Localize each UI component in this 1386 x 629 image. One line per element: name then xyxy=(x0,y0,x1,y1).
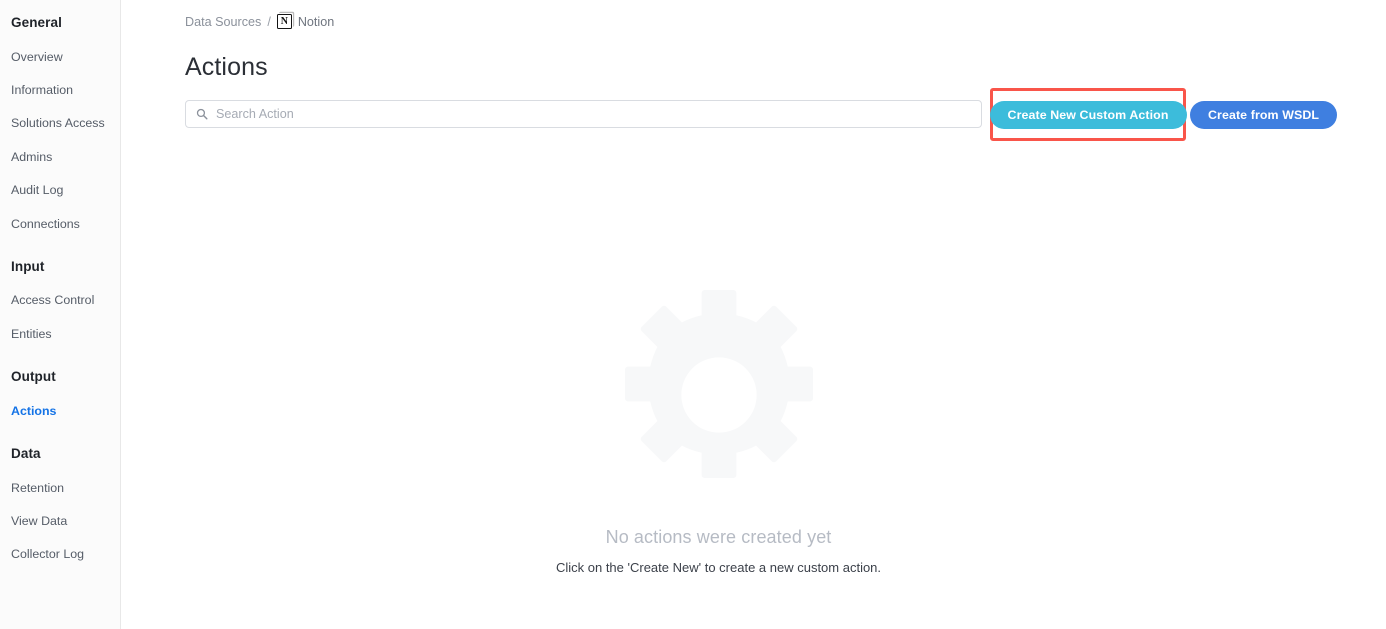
sidebar-item-overview[interactable]: Overview xyxy=(0,50,120,63)
notion-logo-icon: N xyxy=(276,14,292,29)
sidebar-item-connections[interactable]: Connections xyxy=(0,217,120,230)
page-title: Actions xyxy=(185,53,268,81)
app-root: General Overview Information Solutions A… xyxy=(0,0,1386,629)
breadcrumb-separator: / xyxy=(267,14,271,29)
notion-logo-letter: N xyxy=(280,15,288,27)
sidebar-item-audit-log[interactable]: Audit Log xyxy=(0,184,120,197)
empty-state-subtitle: Click on the 'Create New' to create a ne… xyxy=(555,560,882,575)
empty-state-title: No actions were created yet xyxy=(605,527,832,547)
gear-icon xyxy=(624,289,813,479)
breadcrumb-current-notion[interactable]: Notion xyxy=(298,15,334,29)
create-new-custom-action-highlight: Create New Custom Action xyxy=(989,88,1187,141)
main-content: Data Sources / N Notion Actions Create N… xyxy=(121,0,1386,629)
sidebar-item-solutions-access[interactable]: Solutions Access xyxy=(0,117,120,130)
search-action-field[interactable] xyxy=(185,100,982,128)
breadcrumb: Data Sources / N Notion xyxy=(185,14,334,29)
sidebar-section-general: General xyxy=(11,15,62,30)
search-input[interactable] xyxy=(216,107,971,121)
search-icon xyxy=(196,108,208,120)
empty-state: No actions were created yet Click on the… xyxy=(86,285,1351,575)
sidebar-item-information[interactable]: Information xyxy=(0,83,120,96)
sidebar-item-admins[interactable]: Admins xyxy=(0,150,120,163)
create-new-custom-action-button[interactable]: Create New Custom Action xyxy=(989,100,1187,129)
create-from-wsdl-button[interactable]: Create from WSDL xyxy=(1190,101,1338,129)
sidebar-section-input: Input xyxy=(11,258,45,274)
breadcrumb-link-data-sources[interactable]: Data Sources xyxy=(185,15,261,29)
